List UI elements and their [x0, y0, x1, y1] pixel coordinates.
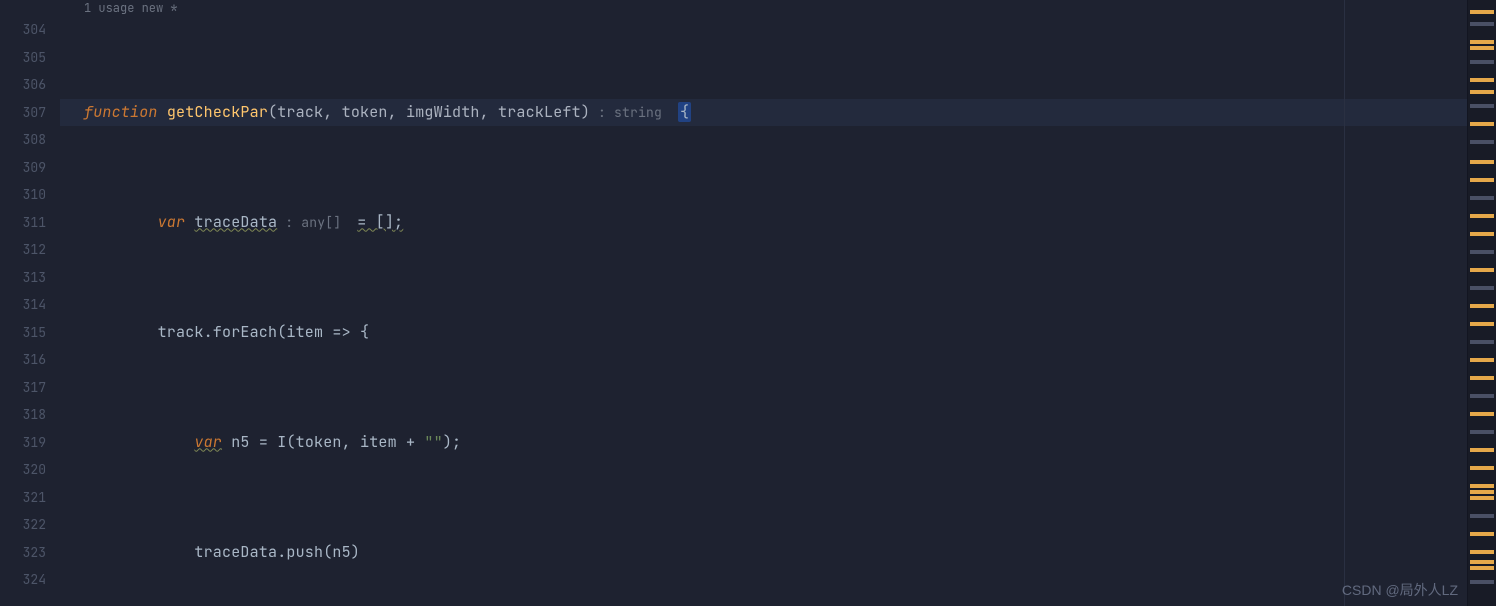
line-number[interactable]: 317 [0, 374, 46, 402]
minimap-marker [1470, 196, 1494, 200]
minimap-marker [1470, 340, 1494, 344]
minimap-marker [1470, 490, 1494, 494]
keyword-function: function [84, 102, 158, 122]
code-line[interactable]: track.forEach(item => { [60, 319, 1467, 347]
minimap-marker [1470, 104, 1494, 108]
minimap-marker [1470, 550, 1494, 554]
minimap-marker [1470, 580, 1494, 584]
rest: = []; [357, 212, 403, 232]
minimap-marker [1470, 10, 1494, 14]
line-number[interactable]: 323 [0, 539, 46, 567]
minimap-marker [1470, 376, 1494, 380]
minimap-marker [1470, 178, 1494, 182]
code-lines[interactable]: function getCheckPar(track, token, imgWi… [60, 16, 1467, 606]
minimap-marker [1470, 430, 1494, 434]
line-number[interactable]: 314 [0, 291, 46, 319]
minimap-marker [1470, 90, 1494, 94]
minimap-marker [1470, 286, 1494, 290]
type-hint: : any[] [277, 214, 357, 231]
minimap-marker [1470, 394, 1494, 398]
usages-hint[interactable]: 1 usage new * [60, 0, 1467, 16]
line-number[interactable]: 313 [0, 264, 46, 292]
minimap-marker [1470, 466, 1494, 470]
code-line[interactable]: var n5 = I(token, item + ""); [60, 429, 1467, 457]
line-number[interactable]: 312 [0, 236, 46, 264]
selected-brace: { [678, 102, 691, 122]
minimap-marker [1470, 78, 1494, 82]
code-editor: 304 305 306 307 308 309 310 311 312 313 … [0, 0, 1496, 606]
minimap-marker [1470, 560, 1494, 564]
line-number[interactable]: 306 [0, 71, 46, 99]
minimap-marker [1470, 566, 1494, 570]
minimap-marker [1470, 46, 1494, 50]
identifier: traceData [194, 212, 277, 232]
function-name: getCheckPar [167, 102, 268, 122]
line-number[interactable]: 308 [0, 126, 46, 154]
right-margin-guide [1344, 0, 1345, 606]
minimap-marker [1470, 40, 1494, 44]
line-number[interactable]: 310 [0, 181, 46, 209]
minimap-marker [1470, 322, 1494, 326]
line-number-gutter[interactable]: 304 305 306 307 308 309 310 311 312 313 … [0, 0, 60, 606]
minimap-marker [1470, 514, 1494, 518]
line-number[interactable]: 311 [0, 209, 46, 237]
rest: n5 = I(token, item + [222, 432, 424, 452]
minimap-marker [1470, 304, 1494, 308]
string-literal: "" [424, 432, 442, 452]
minimap-marker [1470, 232, 1494, 236]
minimap-marker [1470, 496, 1494, 500]
code-line[interactable]: function getCheckPar(track, token, imgWi… [60, 99, 1467, 127]
tail: ); [443, 432, 461, 452]
minimap[interactable] [1467, 0, 1496, 606]
code-area[interactable]: 1 usage new * function getCheckPar(track… [60, 0, 1467, 606]
minimap-marker [1470, 122, 1494, 126]
line-number[interactable]: 307 [0, 99, 46, 127]
minimap-marker [1470, 484, 1494, 488]
params: (track, token, imgWidth, trackLeft) [268, 102, 590, 122]
minimap-marker [1470, 214, 1494, 218]
line-number[interactable]: 309 [0, 154, 46, 182]
minimap-marker [1470, 22, 1494, 26]
line-number[interactable]: 305 [0, 44, 46, 72]
keyword-var: var [194, 432, 222, 452]
minimap-marker [1470, 448, 1494, 452]
line-number[interactable]: 304 [0, 16, 46, 44]
minimap-marker [1470, 160, 1494, 164]
line-number[interactable]: 321 [0, 484, 46, 512]
line-number[interactable]: 318 [0, 401, 46, 429]
code-line[interactable]: var traceData : any[] = []; [60, 209, 1467, 237]
line-number[interactable]: 319 [0, 429, 46, 457]
minimap-marker [1470, 532, 1494, 536]
minimap-marker [1470, 268, 1494, 272]
indent [84, 432, 194, 452]
keyword-var: var [158, 212, 186, 232]
minimap-marker [1470, 358, 1494, 362]
line-number[interactable]: 322 [0, 511, 46, 539]
minimap-marker [1470, 140, 1494, 144]
minimap-marker [1470, 60, 1494, 64]
line-number[interactable]: 316 [0, 346, 46, 374]
watermark: CSDN @局外人LZ [1342, 580, 1458, 600]
code-line[interactable]: traceData.push(n5) [60, 539, 1467, 567]
minimap-marker [1470, 412, 1494, 416]
line-number[interactable]: 320 [0, 456, 46, 484]
return-type-hint: : string [590, 104, 678, 121]
minimap-marker [1470, 250, 1494, 254]
line-number[interactable]: 315 [0, 319, 46, 347]
line-number[interactable]: 324 [0, 566, 46, 594]
